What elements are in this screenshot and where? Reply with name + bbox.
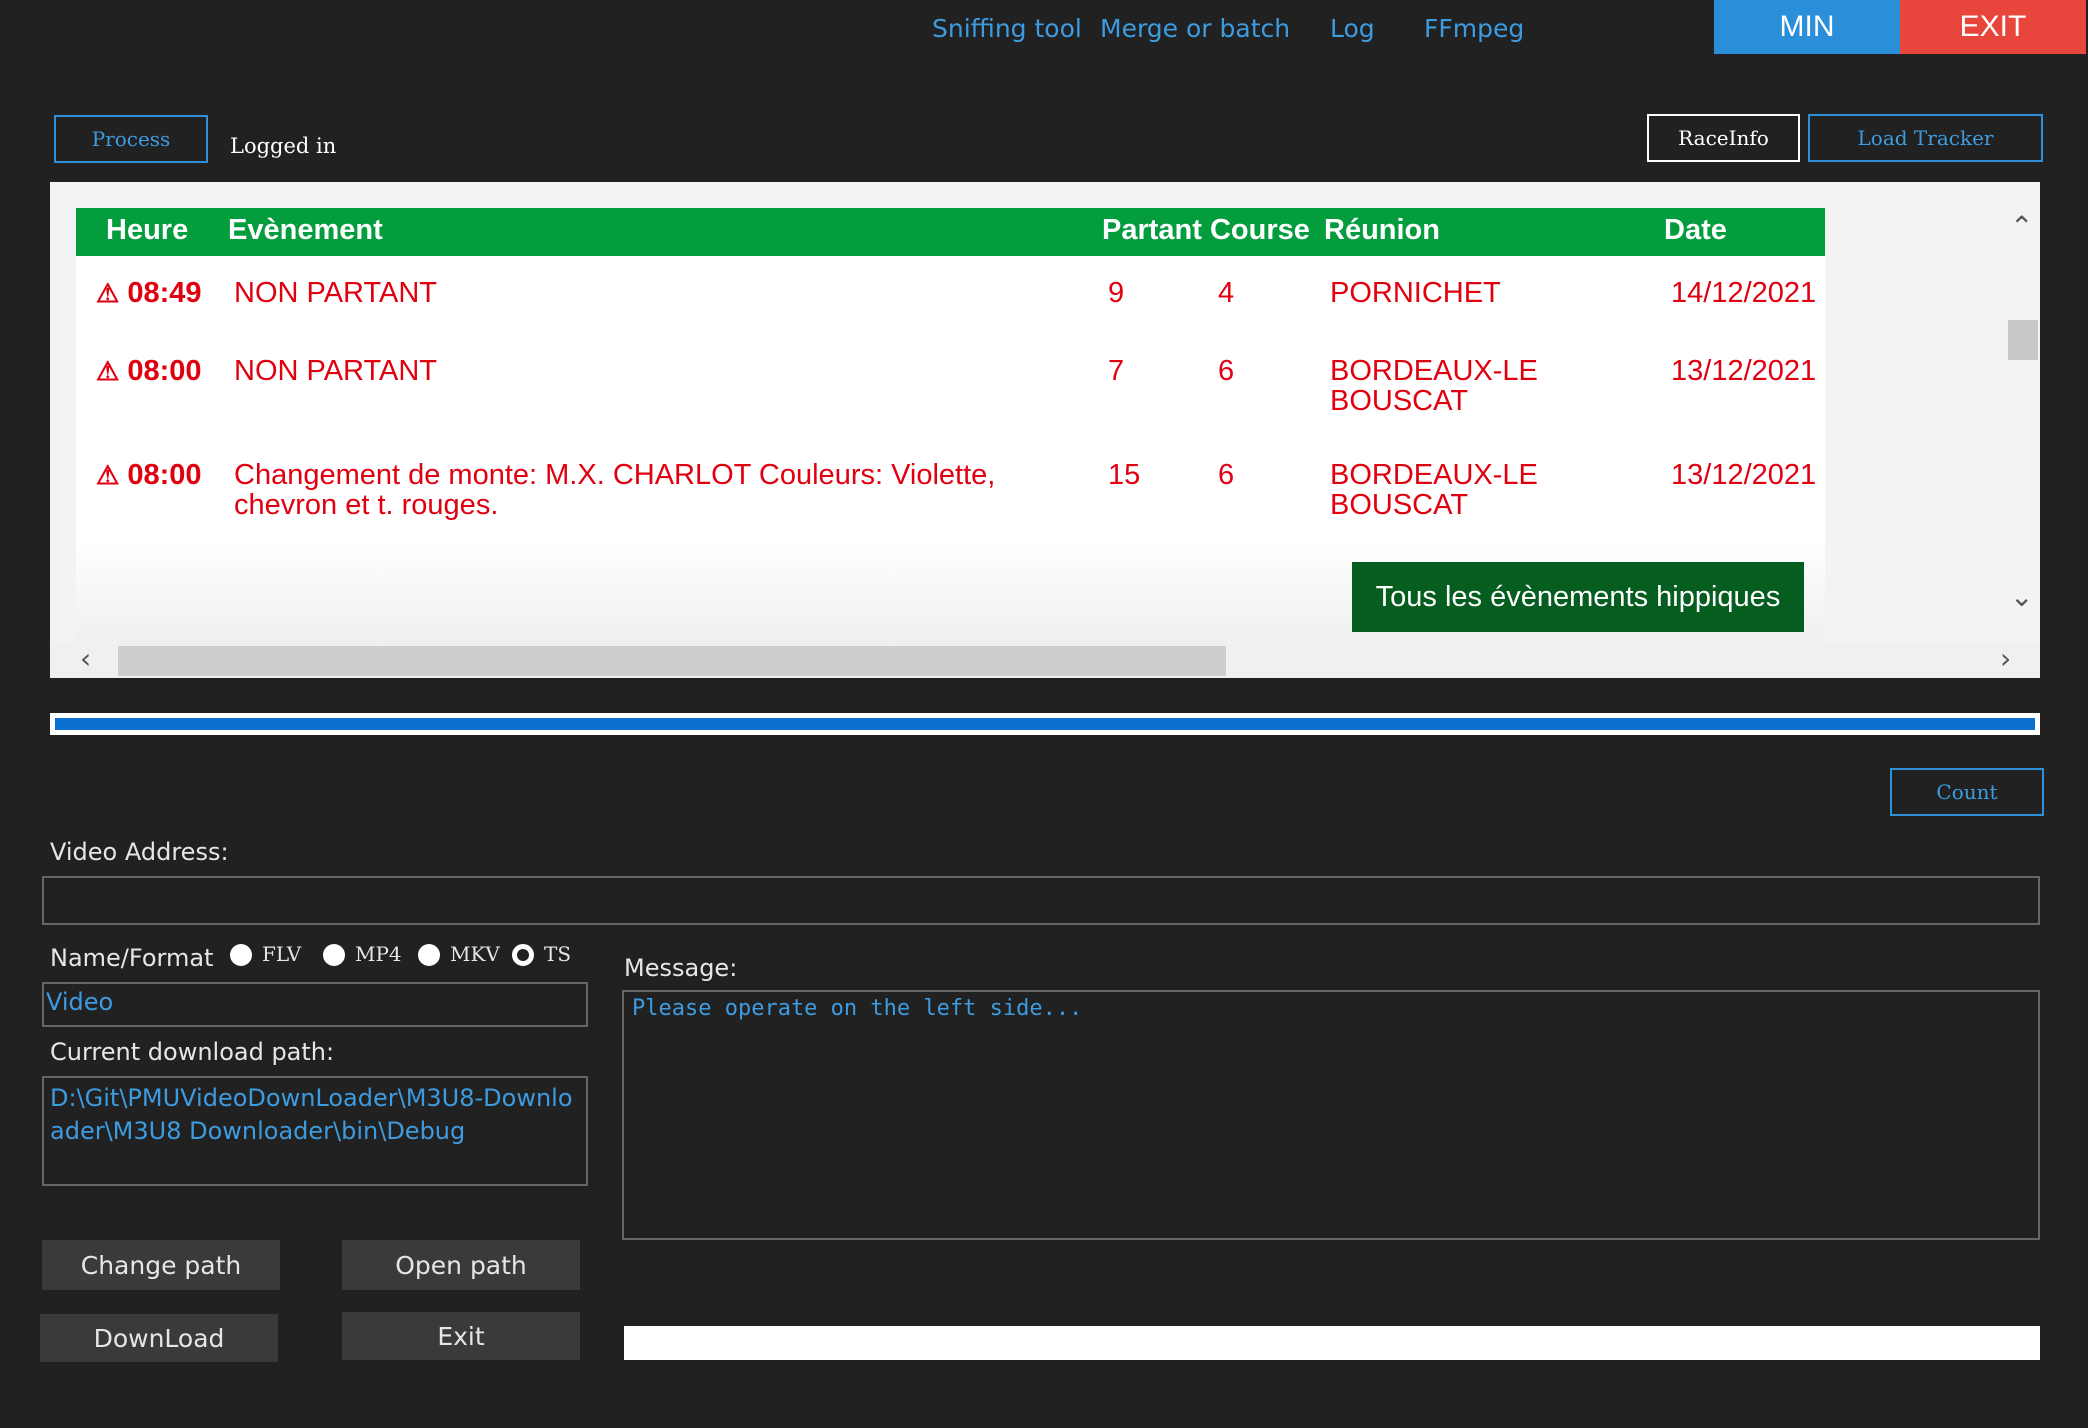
format-mkv-radio[interactable]	[418, 944, 440, 966]
event-reunion: BORDEAUX-LE BOUSCAT	[1330, 459, 1538, 521]
event-partant: 7	[1108, 355, 1125, 387]
event-partant: 15	[1108, 459, 1141, 491]
header-evenement: Evènement	[228, 214, 383, 246]
event-date: 13/12/2021	[1671, 355, 1817, 387]
menu-log[interactable]: Log	[1330, 14, 1375, 43]
header-reunion: Réunion	[1324, 214, 1440, 246]
all-events-button[interactable]: Tous les évènements hippiques	[1352, 562, 1804, 632]
event-description: Changement de monte: M.X. CHARLOT Couleu…	[234, 459, 996, 521]
format-mkv-label: MKV	[450, 942, 500, 966]
download-path-label: Current download path:	[50, 1038, 335, 1066]
video-address-input[interactable]	[42, 876, 2040, 925]
login-status: Logged in	[230, 134, 337, 158]
format-ts-radio[interactable]	[512, 944, 534, 966]
raceinfo-button[interactable]: RaceInfo	[1647, 114, 1800, 162]
warning-icon: ⚠	[96, 278, 120, 308]
event-time: ⚠ 08:00	[96, 459, 202, 491]
scroll-left-icon[interactable]: ‹	[80, 642, 91, 675]
menu-ffmpeg[interactable]: FFmpeg	[1424, 14, 1524, 43]
message-label: Message:	[624, 954, 738, 982]
scroll-right-icon[interactable]: ›	[2000, 642, 2011, 675]
format-ts-label: TS	[544, 942, 572, 966]
download-progress-bar	[50, 713, 2040, 735]
event-reunion: BORDEAUX-LE BOUSCAT	[1330, 355, 1538, 417]
event-course: 6	[1218, 355, 1235, 387]
event-partant: 9	[1108, 277, 1125, 309]
events-table-header: Heure Evènement Partant Course Réunion D…	[76, 208, 1825, 256]
name-format-label: Name/Format	[50, 944, 214, 972]
format-mp4-label: MP4	[355, 942, 402, 966]
header-heure: Heure	[106, 214, 189, 246]
open-path-button[interactable]: Open path	[342, 1240, 580, 1290]
progress-fill	[55, 718, 2035, 730]
format-flv-label: FLV	[262, 942, 302, 966]
event-time: ⚠ 08:49	[96, 277, 202, 309]
format-flv-radio[interactable]	[230, 944, 252, 966]
event-description: NON PARTANT	[234, 355, 438, 387]
event-course: 4	[1218, 277, 1235, 309]
status-bar	[624, 1326, 2040, 1360]
message-textarea[interactable]: Please operate on the left side...	[622, 990, 2040, 1240]
change-path-button[interactable]: Change path	[42, 1240, 280, 1290]
scroll-down-icon[interactable]: ⌄	[2010, 580, 2033, 613]
horizontal-scrollbar-thumb[interactable]	[118, 646, 1226, 676]
menu-sniffing-tool[interactable]: Sniffing tool	[932, 14, 1082, 43]
message-text: Please operate on the left side...	[632, 996, 1083, 1021]
scroll-up-icon[interactable]: ⌃	[2010, 210, 2033, 243]
load-tracker-button[interactable]: Load Tracker	[1808, 114, 2043, 162]
event-date: 13/12/2021	[1671, 459, 1817, 491]
event-description: NON PARTANT	[234, 277, 438, 309]
race-events-panel[interactable]: Heure Evènement Partant Course Réunion D…	[50, 182, 2040, 678]
count-button[interactable]: Count	[1890, 768, 2044, 816]
header-partant-course: Partant Course	[1102, 214, 1310, 246]
event-reunion: PORNICHET	[1330, 277, 1501, 309]
warning-icon: ⚠	[96, 460, 120, 490]
event-time: ⚠ 08:00	[96, 355, 202, 387]
vertical-scrollbar-thumb[interactable]	[2008, 320, 2038, 360]
event-course: 6	[1218, 459, 1235, 491]
exit-window-button[interactable]: EXIT	[1900, 0, 2086, 54]
video-name-input[interactable]: Video	[42, 982, 588, 1027]
header-date: Date	[1664, 214, 1727, 246]
exit-button[interactable]: Exit	[342, 1312, 580, 1360]
download-path-field[interactable]: D:\Git\PMUVideoDownLoader\M3U8-Downloade…	[42, 1076, 588, 1186]
format-mp4-radio[interactable]	[323, 944, 345, 966]
menu-merge-or-batch[interactable]: Merge or batch	[1100, 14, 1290, 43]
process-button[interactable]: Process	[54, 115, 208, 163]
download-button[interactable]: DownLoad	[40, 1314, 278, 1362]
minimize-button[interactable]: MIN	[1714, 0, 1900, 54]
video-address-label: Video Address:	[50, 838, 229, 866]
warning-icon: ⚠	[96, 356, 120, 386]
event-date: 14/12/2021	[1671, 277, 1817, 309]
download-path-value: D:\Git\PMUVideoDownLoader\M3U8-Downloade…	[50, 1084, 573, 1145]
